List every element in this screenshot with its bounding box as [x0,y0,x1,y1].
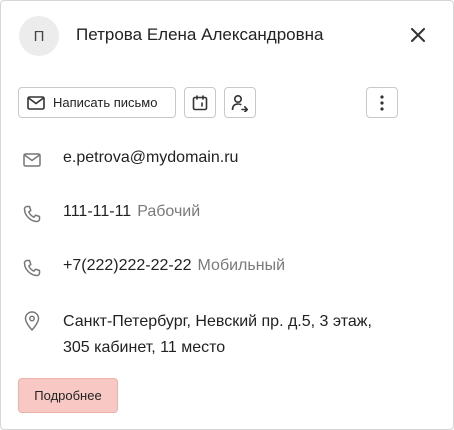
write-email-button[interactable]: Написать письмо [18,87,176,118]
mobile-phone[interactable]: +7(222)222-22-22 Мобильный [63,257,285,275]
contact-header: П Петрова Елена Александровна [1,1,453,71]
details-button[interactable]: Подробнее [18,378,118,413]
mobile-phone-number: +7(222)222-22-22 [63,257,192,274]
email-link[interactable]: e.petrova@mydomain.ru [63,149,238,167]
phone-icon [22,204,42,224]
mobile-phone-type: Мобильный [197,257,285,274]
forward-contact-button[interactable] [224,87,256,118]
contact-card: П Петрова Елена Александровна Написать п… [0,0,454,430]
phone-icon [22,258,42,278]
user-forward-icon [231,94,249,112]
more-vertical-icon [380,94,384,111]
address-text: Санкт-Петербург, Невский пр. д.5, 3 этаж… [63,313,372,356]
work-phone[interactable]: 111-11-11 Рабочий [63,203,200,221]
mail-icon [27,95,45,110]
work-phone-number: 111-11-11 [63,203,132,220]
contact-name: Петрова Елена Александровна [76,25,324,44]
calendar-button[interactable] [184,87,216,118]
avatar: П [19,16,59,56]
location-pin-icon [22,311,42,331]
calendar-icon [192,94,208,110]
mail-icon [22,150,42,170]
close-button[interactable] [406,23,430,47]
work-phone-type: Рабочий [137,203,201,220]
write-email-label: Написать письмо [53,95,158,110]
more-options-button[interactable] [366,87,398,118]
contact-toolbar: Написать письмо [1,87,453,119]
close-icon [411,28,425,42]
